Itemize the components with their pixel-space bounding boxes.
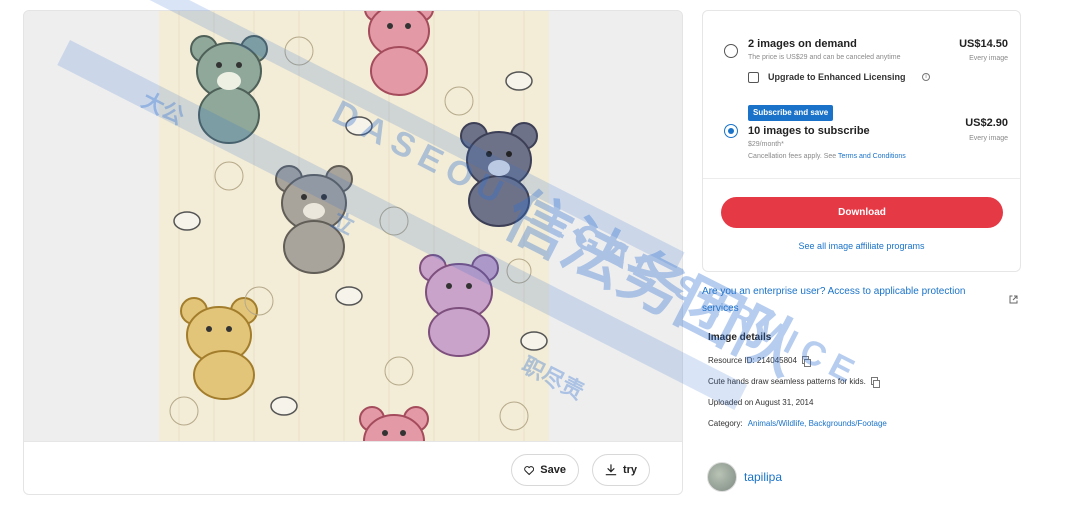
option-on-demand-radio[interactable] <box>724 44 738 58</box>
option-subscribe-subtitle: $29/month* <box>748 141 784 148</box>
image-description: Cute hands draw seamless patterns for ki… <box>708 377 866 386</box>
category-row: Category: Animals/Wildlife, Backgrounds/… <box>708 419 887 428</box>
copy-icon[interactable] <box>801 356 811 367</box>
upgrade-licensing-label: Upgrade to Enhanced Licensing <box>768 72 906 82</box>
author-name[interactable]: tapilipa <box>744 470 782 484</box>
enterprise-link[interactable]: Are you an enterprise user? Access to ap… <box>702 283 1002 317</box>
download-icon <box>605 464 617 476</box>
cancellation-note: Cancellation fees apply. See Terms and C… <box>748 153 906 160</box>
category-links[interactable]: Animals/Wildlife, Backgrounds/Footage <box>748 419 887 428</box>
resource-id: Resource ID: 214045804 <box>708 356 797 365</box>
upgrade-licensing-checkbox[interactable] <box>748 72 759 83</box>
option-on-demand-subtitle: The price is US$29 and can be canceled a… <box>748 54 901 61</box>
try-button[interactable]: try <box>592 454 650 486</box>
cancellation-text: Cancellation fees apply. See <box>748 153 839 160</box>
avatar[interactable] <box>707 462 737 492</box>
affiliate-programs-link[interactable]: See all image affiliate programs <box>703 241 1020 251</box>
category-label: Category: <box>708 419 743 428</box>
try-label: try <box>622 464 637 476</box>
image-action-bar: Save try <box>24 441 682 494</box>
bear-gray <box>275 165 353 274</box>
resource-id-row: Resource ID: 214045804 <box>708 356 811 367</box>
option-on-demand-price: US$14.50 <box>959 38 1008 50</box>
bear-navy <box>460 122 538 227</box>
option-subscribe-radio[interactable] <box>724 124 738 138</box>
option-subscribe-title: 10 images to subscribe <box>748 125 870 137</box>
option-on-demand-title: 2 images on demand <box>748 38 857 50</box>
preview-image[interactable] <box>159 11 549 441</box>
save-button[interactable]: Save <box>511 454 579 486</box>
save-label: Save <box>540 464 566 476</box>
bear-yellow <box>180 297 258 400</box>
option-subscribe-price-unit: Every image <box>969 135 1008 142</box>
description-row: Cute hands draw seamless patterns for ki… <box>708 377 880 388</box>
teddy-bear-pattern <box>169 11 548 441</box>
purchase-card: 2 images on demand The price is US$29 an… <box>702 10 1021 272</box>
author-row[interactable]: tapilipa <box>707 462 782 492</box>
card-divider <box>703 178 1020 179</box>
subscribe-save-badge: Subscribe and save <box>748 105 834 121</box>
image-details-title: Image details <box>708 332 772 343</box>
bear-lilac <box>419 254 499 357</box>
bear-green <box>190 35 268 144</box>
bear-pink-bottom <box>359 406 429 441</box>
image-preview-card: Save try <box>23 10 683 495</box>
option-on-demand-price-unit: Every image <box>969 55 1008 62</box>
option-subscribe-price: US$2.90 <box>965 117 1008 129</box>
info-icon[interactable]: i <box>922 73 930 81</box>
bear-pink-top <box>364 11 434 96</box>
image-preview-area <box>24 11 682 441</box>
terms-link[interactable]: Terms and Conditions <box>838 153 906 160</box>
heart-icon <box>524 465 535 475</box>
upload-date: Uploaded on August 31, 2014 <box>708 398 814 407</box>
external-link-icon[interactable] <box>1009 295 1018 304</box>
copy-icon[interactable] <box>870 377 880 388</box>
download-button[interactable]: Download <box>721 197 1003 228</box>
